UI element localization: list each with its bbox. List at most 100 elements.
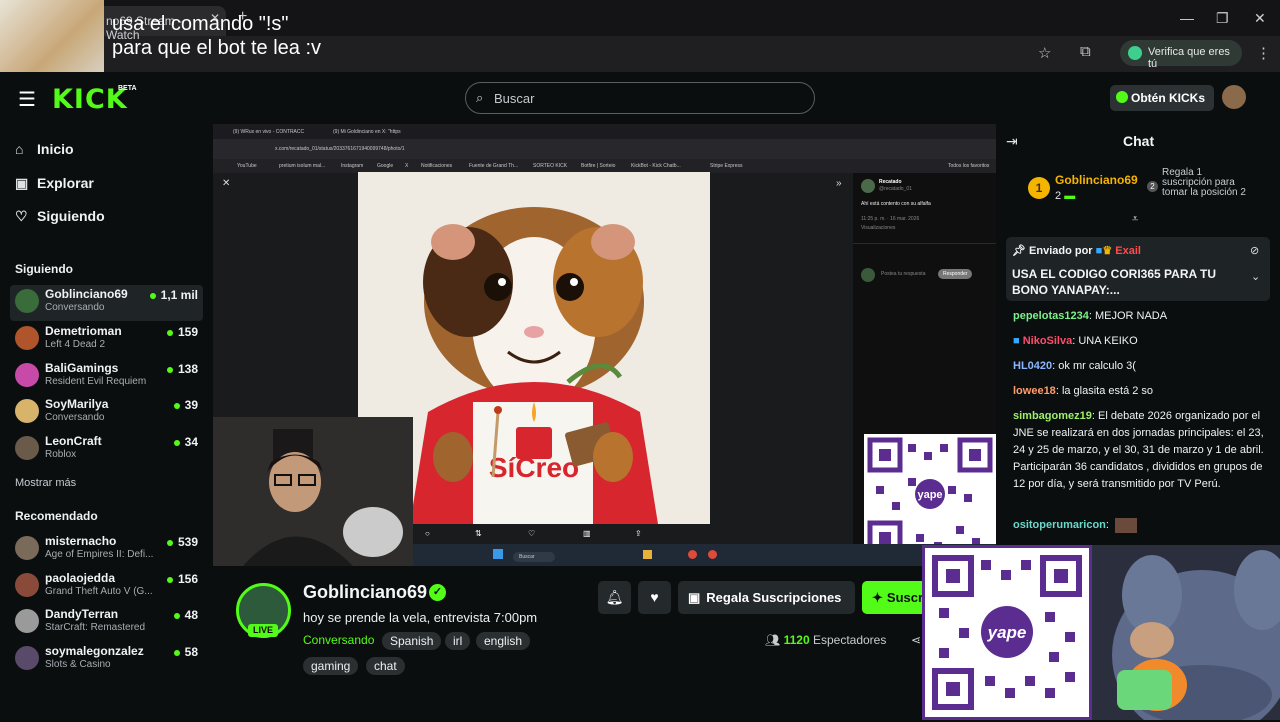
emote-image — [1115, 518, 1137, 533]
channel-item[interactable]: BaliGamings Resident Evil Requiem 138 — [10, 359, 203, 395]
hamburger-menu-icon[interactable]: ☰ — [18, 87, 36, 112]
avatar — [15, 289, 39, 313]
video-player[interactable]: (9) WRux en vivo - CONTRACC (9) Mi Goldi… — [213, 124, 996, 566]
chat-username[interactable]: ositoperumaricon — [1013, 519, 1106, 531]
tag-gaming[interactable]: gaming — [303, 657, 359, 675]
viewers-number: 1120 — [783, 633, 810, 647]
nav-home-label: Inicio — [37, 141, 74, 157]
viewer-count: 539 — [167, 535, 198, 549]
channel-item[interactable]: misternacho Age of Empires II: Defi... 539 — [10, 532, 203, 568]
close-icon: ✕ — [222, 178, 231, 189]
tweet-views: Visualizaciones — [861, 225, 896, 231]
nav-explore[interactable]: ▣ Explorar — [15, 175, 94, 192]
chat-message: ositoperumaricon: — [1013, 517, 1265, 534]
stream-category-link[interactable]: Conversando — [303, 633, 374, 647]
divider — [853, 243, 996, 244]
bookmark: Botfire | Sorteio — [581, 163, 616, 169]
viewer-count: 48 — [174, 608, 198, 622]
verify-label: Verifica que eres tú — [1148, 46, 1230, 70]
qr-code-small: yape — [864, 434, 996, 559]
tag-chat[interactable]: chat — [366, 657, 405, 675]
nav-following-label: Siguiendo — [37, 208, 105, 224]
overlay-line-1: usa el comando "!s" — [112, 13, 289, 35]
channel-item[interactable]: Goblinciano69 Conversando 1,1 mil — [10, 285, 203, 321]
inner-taskbar: Buscar — [413, 544, 996, 566]
gift-cta-text[interactable]: Regala 1 suscripción para tomar la posic… — [1162, 168, 1254, 198]
mascot-overlay — [1092, 545, 1280, 720]
bookmark: Todos los favoritos — [948, 163, 990, 169]
chat-message: ■ NikoSilva: UNA KEIKO — [1013, 335, 1138, 347]
channel-name: paolaojedda — [45, 571, 116, 585]
tag-spanish[interactable]: Spanish — [382, 632, 442, 650]
expand-leaderboard-icon[interactable]: ⩡ — [1132, 213, 1138, 226]
channel-category: Slots & Casino — [45, 659, 111, 670]
get-kicks-button[interactable]: Obtén KICKs — [1110, 85, 1214, 111]
gift-subscriptions-button[interactable]: ▣ Regala Suscripciones — [678, 581, 855, 614]
extensions-icon[interactable]: ⧉ — [1080, 43, 1091, 60]
close-icon[interactable]: ✕ — [1254, 10, 1266, 27]
windows-icon — [493, 549, 503, 559]
chat-message: simbagomez19: El debate 2026 organizado … — [1013, 410, 1264, 490]
notifications-button[interactable]: 🔔︎ — [598, 581, 631, 614]
channel-item[interactable]: LeonCraft Roblox 34 — [10, 432, 203, 468]
crown-icon: ♛ — [1102, 245, 1113, 257]
inner-browser-tabs: (9) WRux en vivo - CONTRACC (9) Mi Goldi… — [213, 124, 996, 139]
reply-icon: ○ — [425, 529, 430, 538]
avatar — [15, 609, 39, 633]
rank-2-icon: 2 — [1147, 181, 1158, 192]
bookmark-star-icon[interactable]: ☆ — [1038, 44, 1051, 62]
gift-leader-name[interactable]: Goblinciano69 — [1055, 173, 1138, 187]
tag-irl[interactable]: irl — [445, 632, 471, 650]
streamer-webcam — [213, 417, 413, 566]
kick-logo[interactable]: KICK — [52, 84, 128, 115]
show-more-link[interactable]: Mostrar más — [15, 477, 76, 489]
viewer-count: 58 — [174, 645, 198, 659]
avatar — [15, 326, 39, 350]
subscribe-button[interactable]: ✦Suscribirse — [862, 581, 922, 614]
shield-icon — [1128, 46, 1142, 60]
viewer-count: 1,1 mil — [150, 288, 198, 302]
nav-home[interactable]: ⌂ Inicio — [15, 141, 74, 157]
chat-username[interactable]: pepelotas1234 — [1013, 310, 1089, 322]
channel-item[interactable]: soymalegonzalez Slots & Casino 58 — [10, 642, 203, 678]
avatar — [15, 573, 39, 597]
tag-english[interactable]: english — [476, 632, 531, 650]
chevron-down-icon[interactable]: ⌄ — [1251, 270, 1260, 283]
user-avatar[interactable] — [1222, 85, 1246, 109]
users-icon: 👥︎ — [765, 633, 784, 647]
collapse-chat-icon[interactable]: ⇥ — [1006, 133, 1018, 150]
follow-button[interactable]: ♥ — [638, 581, 671, 614]
minimize-icon[interactable]: — — [1180, 10, 1194, 26]
nav-following[interactable]: ♡ Siguiendo — [15, 208, 105, 225]
share-icon[interactable]: ⋖ — [911, 633, 921, 647]
chat-message: HL0420: ok mr calculo 3( — [1013, 360, 1136, 372]
views-icon: ▥ — [583, 529, 591, 538]
gift-leader-count: 2 ▬ — [1055, 190, 1075, 202]
verify-identity-button[interactable]: Verifica que eres tú — [1120, 40, 1242, 70]
channel-item[interactable]: paolaojedda Grand Theft Auto V (G... 156 — [10, 569, 203, 605]
channel-item[interactable]: Demetrioman Left 4 Dead 2 159 — [10, 322, 203, 358]
avatar — [15, 436, 39, 460]
like-icon: ♡ — [528, 529, 536, 538]
channel-item[interactable]: SoyMarilya Conversando 39 — [10, 395, 203, 431]
reply-button: Responder — [938, 269, 973, 279]
search-input[interactable] — [465, 82, 815, 114]
chat-username[interactable]: simbagomez19 — [1013, 410, 1092, 422]
browser-menu-icon[interactable]: ⋮ — [1256, 44, 1271, 62]
inner-url: x.com/recatado_01/status/203376167194009… — [275, 146, 405, 152]
streamer-name[interactable]: Goblinciano69 — [303, 582, 427, 603]
bookmark: YouTube — [237, 163, 257, 169]
maximize-icon[interactable]: ❐ — [1216, 10, 1229, 27]
pinned-by-label: Enviado por — [1029, 245, 1093, 257]
chat-text: la glasita está 2 so — [1061, 385, 1154, 397]
compass-icon: ▣ — [15, 175, 29, 191]
bookmark: Fuente de Grand Th... — [469, 163, 519, 169]
unpin-icon[interactable]: ⊘ — [1250, 244, 1259, 257]
chat-username[interactable]: lowee18 — [1013, 385, 1056, 397]
channel-item[interactable]: DandyTerran StarCraft: Remastered 48 — [10, 605, 203, 641]
heart-icon: ♥ — [650, 589, 659, 605]
chat-username[interactable]: NikoSilva — [1023, 335, 1073, 347]
viewer-count: 138 — [167, 362, 198, 376]
chat-username[interactable]: HL0420 — [1013, 360, 1052, 372]
gift-icon: ▬ — [1064, 190, 1076, 202]
